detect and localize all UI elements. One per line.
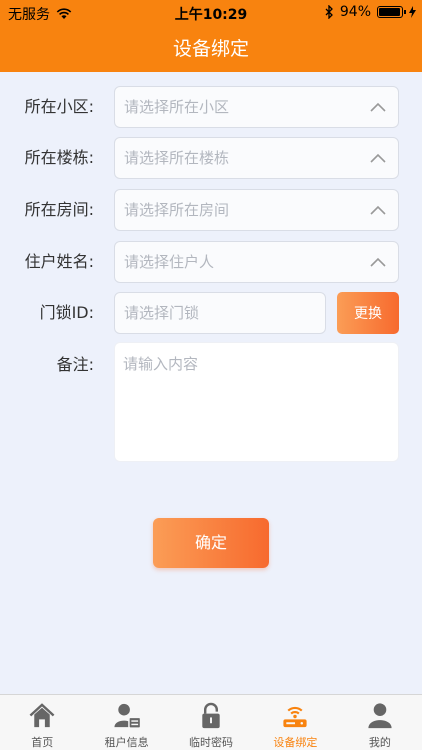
resident-select[interactable]: 请选择住户人 [114,241,399,283]
chevron-up-icon [370,205,386,215]
tenant-info-icon [114,703,141,729]
tab-tenant-info-label: 租户信息 [104,736,149,749]
tab-home-label: 首页 [31,736,54,749]
community-row: 所在小区: 请选择所在小区 [0,86,422,128]
lock-placeholder: 请选择门锁 [124,304,200,322]
charging-icon [409,6,416,18]
building-select[interactable]: 请选择所在楼栋 [114,137,399,179]
status-bar: 无服务 上午10:29 94% [0,0,422,26]
device-bind-icon [283,706,308,728]
battery-fill [379,8,400,16]
building-label: 所在楼栋: [24,148,94,167]
tab-device-bind[interactable]: 设备绑定 [253,695,337,750]
profile-icon [368,703,392,729]
change-lock-button[interactable]: 更换 [337,292,399,334]
resident-row: 住户姓名: 请选择住户人 [0,241,422,283]
chevron-up-icon [370,102,386,112]
nav-bar: 设备绑定 [0,26,422,72]
home-icon [29,703,55,728]
chevron-up-icon [370,153,386,163]
confirm-button[interactable]: 确定 [153,518,269,568]
tab-bar: 首页 租户信息 临时密码 设备绑定 我的 [0,694,422,750]
building-placeholder: 请选择所在楼栋 [124,149,230,167]
tab-device-bind-label: 设备绑定 [273,736,318,749]
note-label: 备注: [56,355,94,374]
community-select[interactable]: 请选择所在小区 [114,86,399,128]
battery-icon [377,6,406,18]
tab-temp-password[interactable]: 临时密码 [169,695,253,750]
tab-temp-password-label: 临时密码 [189,736,234,749]
note-placeholder: 请输入内容 [123,355,199,373]
room-row: 所在房间: 请选择所在房间 [0,189,422,231]
lock-label: 门锁ID: [39,303,94,322]
page-title: 设备绑定 [172,38,249,60]
room-select[interactable]: 请选择所在房间 [114,189,399,231]
resident-placeholder: 请选择住户人 [124,253,215,271]
lock-row: 门锁ID: 请选择门锁 更换 [0,292,422,334]
community-placeholder: 请选择所在小区 [124,98,230,116]
lock-select[interactable]: 请选择门锁 [114,292,326,334]
tab-home[interactable]: 首页 [0,695,84,750]
bluetooth-icon [325,5,333,19]
tab-profile-label: 我的 [368,736,391,749]
lock-icon [202,702,220,729]
community-label: 所在小区: [24,97,94,116]
battery-percent: 94% [339,4,371,20]
room-label: 所在房间: [24,200,94,219]
resident-label: 住户姓名: [24,252,94,271]
room-placeholder: 请选择所在房间 [124,201,230,219]
note-textarea[interactable]: 请输入内容 [114,342,399,462]
tab-profile[interactable]: 我的 [338,695,422,750]
chevron-up-icon [370,257,386,267]
building-row: 所在楼栋: 请选择所在楼栋 [0,137,422,179]
tab-tenant-info[interactable]: 租户信息 [84,695,168,750]
